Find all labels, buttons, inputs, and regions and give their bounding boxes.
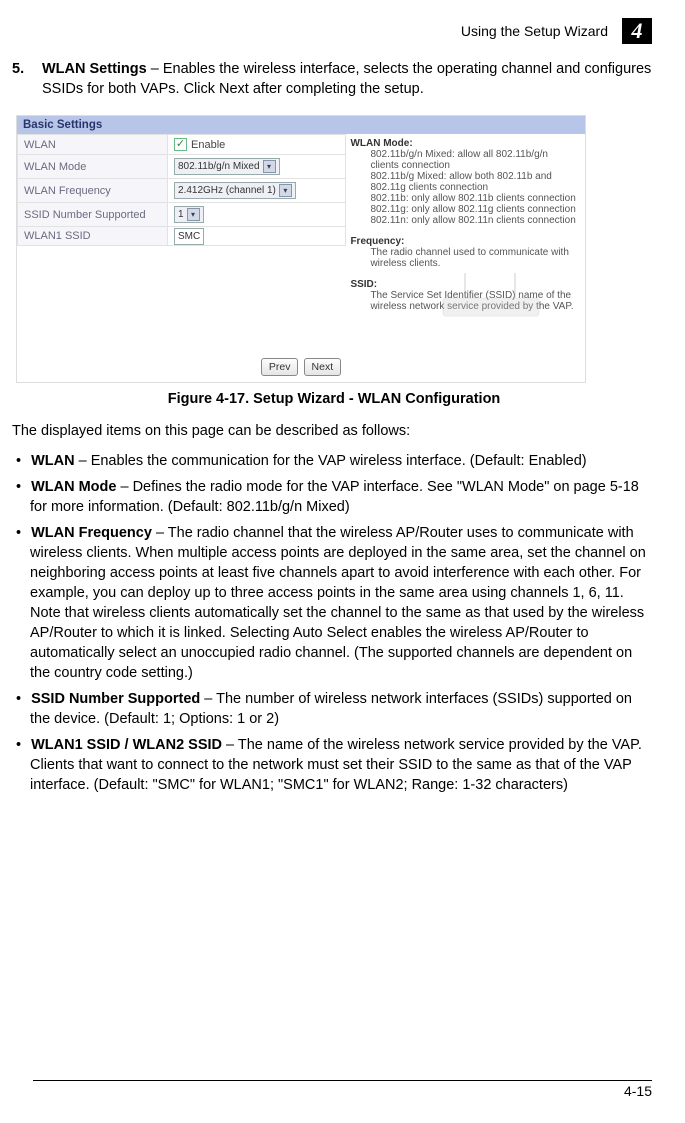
router-icon xyxy=(435,268,555,324)
step-text: WLAN Settings – Enables the wireless int… xyxy=(42,60,652,99)
row-wlan-value: ✓ Enable xyxy=(168,135,346,155)
term-wlan-mode: WLAN Mode xyxy=(31,479,116,495)
bullet-list: WLAN – Enables the communication for the… xyxy=(12,451,652,795)
term-wlan: WLAN xyxy=(31,453,75,469)
help-panel: WLAN Mode: 802.11b/g/n Mixed: allow all … xyxy=(346,134,585,354)
checkmark-icon: ✓ xyxy=(174,138,187,151)
ssid-number-value: 1 xyxy=(178,209,184,220)
figure-4-17: Basic Settings WLAN ✓ Enable xyxy=(16,115,652,407)
enable-label: Enable xyxy=(191,139,225,151)
help-ssid-title: SSID: xyxy=(350,279,377,290)
help-mode-1: 802.11b/g/n Mixed: allow all 802.11b/g/n… xyxy=(354,149,579,171)
panel-title: Basic Settings xyxy=(17,116,585,134)
bullet-wlan-frequency: WLAN Frequency – The radio channel that … xyxy=(12,523,652,683)
term-wlan-frequency: WLAN Frequency xyxy=(31,525,152,541)
row-wlan-label: WLAN xyxy=(18,135,168,155)
enable-checkbox[interactable]: ✓ Enable xyxy=(174,138,225,151)
chevron-down-icon: ▾ xyxy=(279,184,292,197)
help-mode-2: 802.11b/g Mixed: allow both 802.11b and … xyxy=(354,171,579,193)
help-mode-title: WLAN Mode: xyxy=(350,138,412,149)
wlan-mode-value: 802.11b/g/n Mixed xyxy=(178,161,260,172)
row-freq-label: WLAN Frequency xyxy=(18,179,168,203)
wlan-frequency-value: 2.412GHz (channel 1) xyxy=(178,185,276,196)
bullet-ssid-number: SSID Number Supported – The number of wi… xyxy=(12,689,652,729)
text-wlan-frequency: – The radio channel that the wireless AP… xyxy=(30,525,646,681)
row-ssid-label: WLAN1 SSID xyxy=(18,227,168,246)
settings-table: WLAN ✓ Enable WLAN Mode xyxy=(17,134,346,246)
help-freq-title: Frequency: xyxy=(350,236,404,247)
help-mode-3: 802.11b: only allow 802.11b clients conn… xyxy=(354,193,579,204)
page-footer: 4-15 xyxy=(33,1080,652,1099)
next-button[interactable]: Next xyxy=(304,358,342,376)
prev-button[interactable]: Prev xyxy=(261,358,299,376)
ssid-number-select[interactable]: 1 ▾ xyxy=(174,206,204,223)
figure-caption: Figure 4-17. Setup Wizard - WLAN Configu… xyxy=(16,391,652,407)
row-mode-label: WLAN Mode xyxy=(18,155,168,179)
chevron-down-icon: ▾ xyxy=(263,160,276,173)
chevron-down-icon: ▾ xyxy=(187,208,200,221)
term-wlan-ssid: WLAN1 SSID / WLAN2 SSID xyxy=(31,737,222,753)
step-title: WLAN Settings xyxy=(42,61,147,77)
bullet-wlan-ssid: WLAN1 SSID / WLAN2 SSID – The name of th… xyxy=(12,735,652,795)
term-ssid-number: SSID Number Supported xyxy=(31,691,200,707)
wlan1-ssid-input[interactable]: SMC xyxy=(174,228,204,245)
text-wlan-mode: – Defines the radio mode for the VAP int… xyxy=(30,479,639,515)
row-ssidnum-label: SSID Number Supported xyxy=(18,203,168,227)
help-freq-text: The radio channel used to communicate wi… xyxy=(354,247,579,269)
step-5: 5. WLAN Settings – Enables the wireless … xyxy=(12,60,652,99)
help-mode-5: 802.11n: only allow 802.11n clients conn… xyxy=(354,215,579,226)
intro-paragraph: The displayed items on this page can be … xyxy=(12,421,652,441)
help-mode-4: 802.11g: only allow 802.11g clients conn… xyxy=(354,204,579,215)
step-number: 5. xyxy=(12,60,26,99)
page-number: 4-15 xyxy=(624,1083,652,1099)
bullet-wlan: WLAN – Enables the communication for the… xyxy=(12,451,652,471)
wlan-frequency-select[interactable]: 2.412GHz (channel 1) ▾ xyxy=(174,182,296,199)
bullet-wlan-mode: WLAN Mode – Defines the radio mode for t… xyxy=(12,477,652,517)
header-title: Using the Setup Wizard xyxy=(461,23,608,39)
wlan-mode-select[interactable]: 802.11b/g/n Mixed ▾ xyxy=(174,158,280,175)
text-wlan: – Enables the communication for the VAP … xyxy=(75,453,587,469)
chapter-number-box: 4 xyxy=(622,18,652,44)
